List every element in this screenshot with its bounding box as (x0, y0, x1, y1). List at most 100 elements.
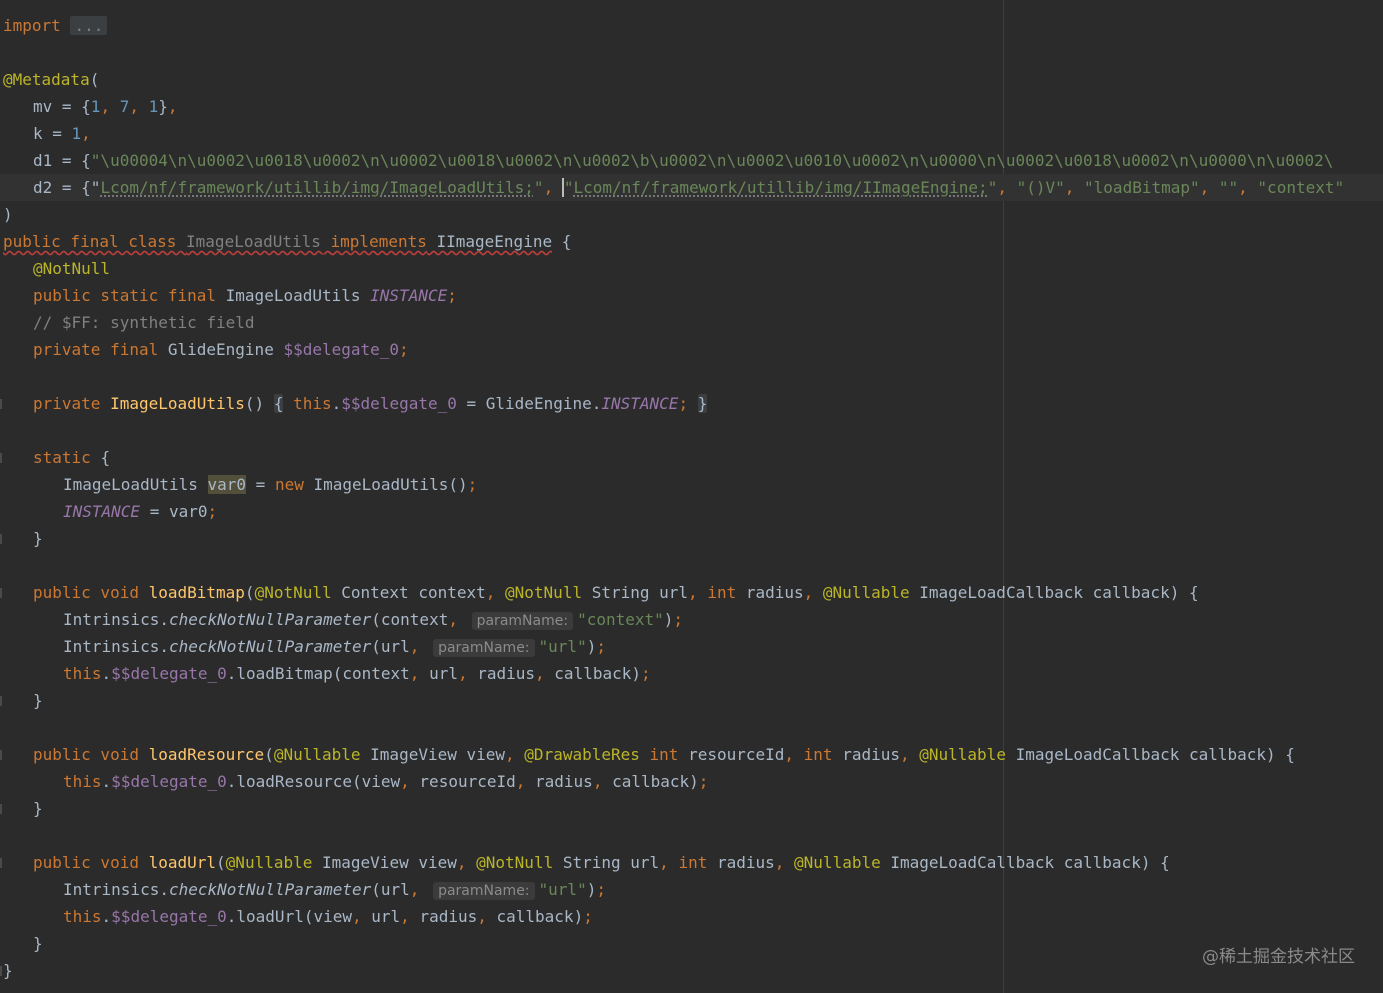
code-line[interactable]: public void loadUrl(@Nullable ImageView … (0, 849, 1170, 876)
code-line[interactable] (0, 714, 3, 741)
code-token: , (774, 853, 795, 872)
code-line[interactable]: ImageLoadUtils var0 = new ImageLoadUtils… (0, 471, 477, 498)
folded-brace[interactable]: } (697, 394, 708, 413)
code-token: Context context (331, 583, 486, 602)
code-token: ImageLoadUtils (110, 394, 245, 413)
code-line[interactable]: } (0, 930, 43, 957)
fold-marker[interactable] (0, 588, 2, 598)
watermark: @稀土掘金技术社区 (1202, 947, 1355, 967)
code-token: = GlideEngine. (456, 394, 602, 413)
code-token: var0 (207, 475, 247, 494)
code-token: (context (371, 610, 449, 629)
code-token: ; (698, 772, 709, 791)
code-token: ImageLoadCallback callback) { (880, 853, 1170, 872)
code-token: . (101, 664, 112, 683)
code-line[interactable]: k = 1, (0, 120, 91, 147)
code-token: , (409, 637, 430, 656)
code-line[interactable] (0, 39, 3, 66)
code-line[interactable]: @Metadata( (0, 66, 99, 93)
code-token: ImageLoadCallback callback) { (909, 583, 1199, 602)
code-line[interactable]: d2 = {"Lcom/nf/framework/utillib/img/Ima… (0, 174, 1383, 201)
code-token: Lcom/nf/framework/utillib/img/ImageLoadU… (100, 178, 534, 197)
code-token: . (101, 772, 112, 791)
fold-marker[interactable] (0, 750, 2, 760)
code-token: ( (264, 745, 274, 764)
code-line[interactable]: } (0, 687, 43, 714)
code-token: int (649, 745, 689, 764)
code-line[interactable]: } (0, 795, 43, 822)
fold-marker[interactable] (0, 399, 2, 409)
code-line[interactable] (0, 363, 3, 390)
code-line[interactable] (0, 552, 3, 579)
code-line[interactable]: public static final ImageLoadUtils INSTA… (0, 282, 457, 309)
code-token: IImageEngine (426, 232, 553, 251)
code-token: @Metadata (3, 70, 90, 89)
code-token: " (90, 178, 101, 197)
code-token: ImageLoadUtils() (313, 475, 468, 494)
code-token: "" (1218, 178, 1239, 197)
code-token: this (63, 772, 102, 791)
code-token: @Nullable (273, 745, 361, 764)
code-token: checkNotNullParameter (168, 880, 372, 899)
fold-marker[interactable] (0, 696, 2, 706)
code-token: public static final (33, 286, 226, 305)
folded-region[interactable]: ... (70, 16, 108, 35)
code-line[interactable]: private ImageLoadUtils() { this.$$delega… (0, 390, 708, 417)
code-line[interactable] (0, 822, 3, 849)
code-line[interactable]: public final class ImageLoadUtils implem… (0, 228, 571, 255)
code-line[interactable]: } (0, 525, 43, 552)
code-token: ) (586, 880, 597, 899)
code-token: $$delegate_0 (111, 772, 227, 791)
code-editor[interactable]: import ... @Metadata(mv = {1, 7, 1}, k = 1… (0, 0, 1383, 993)
code-token: , (100, 97, 120, 116)
code-line[interactable]: public void loadResource(@Nullable Image… (0, 741, 1295, 768)
code-line[interactable]: d1 = {"\u00004\n\u0002\u0018\u0002\n\u00… (0, 147, 1333, 174)
code-token: (url (371, 637, 410, 656)
code-token: = var0 (140, 502, 208, 521)
code-line[interactable]: INSTANCE = var0; (0, 498, 217, 525)
code-line[interactable] (0, 417, 3, 444)
code-token: , (997, 178, 1017, 197)
code-line[interactable]: import ... (0, 12, 108, 39)
code-token: loadResource (148, 745, 265, 764)
code-token: "loadBitmap" (1084, 178, 1200, 197)
code-line[interactable]: public void loadBitmap(@NotNull Context … (0, 579, 1199, 606)
code-token: , (409, 880, 430, 899)
code-token: , (1064, 178, 1085, 197)
code-line[interactable]: Intrinsics.checkNotNullParameter(url, pa… (0, 876, 606, 903)
code-token: String url (553, 853, 660, 872)
code-line[interactable]: Intrinsics.checkNotNullParameter(context… (0, 606, 683, 633)
code-token: @NotNull (254, 583, 332, 602)
code-line[interactable]: // $FF: synthetic field (0, 309, 255, 336)
code-token: loadUrl (148, 853, 217, 872)
code-token: callback) (496, 907, 584, 926)
code-line[interactable]: this.$$delegate_0.loadResource(view, res… (0, 768, 708, 795)
code-line[interactable]: mv = {1, 7, 1}, (0, 93, 178, 120)
code-token: ; (467, 475, 478, 494)
code-line[interactable]: this.$$delegate_0.loadUrl(view, url, rad… (0, 903, 593, 930)
code-token: " (987, 178, 998, 197)
code-token: INSTANCE (63, 502, 141, 521)
code-line[interactable]: static { (0, 444, 110, 471)
code-line[interactable]: this.$$delegate_0.loadBitmap(context, ur… (0, 660, 651, 687)
code-token: , (543, 178, 563, 197)
fold-marker[interactable] (0, 534, 2, 544)
fold-marker[interactable] (0, 804, 2, 814)
code-line[interactable]: @NotNull (0, 255, 110, 282)
code-token: ; (673, 610, 684, 629)
code-token: , (485, 583, 506, 602)
code-token: "()V" (1016, 178, 1065, 197)
code-line[interactable]: ) (0, 201, 13, 228)
code-token: resourceId (688, 745, 785, 764)
fold-marker[interactable] (0, 858, 2, 868)
code-token: { (552, 232, 572, 251)
code-token: implements (330, 232, 427, 251)
code-line[interactable]: Intrinsics.checkNotNullParameter(url, pa… (0, 633, 606, 660)
code-token: url (429, 664, 458, 683)
fold-marker[interactable] (0, 453, 2, 463)
code-token: d1 = { (33, 151, 91, 170)
fold-marker[interactable] (0, 966, 2, 976)
code-line[interactable]: private final GlideEngine $$delegate_0; (0, 336, 409, 363)
